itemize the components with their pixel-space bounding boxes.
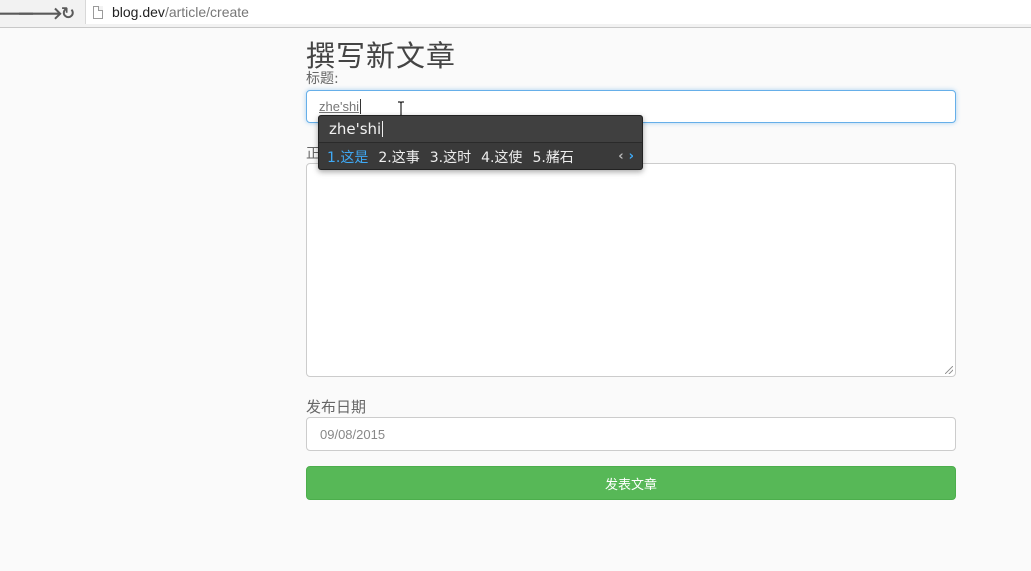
address-bar[interactable]: blog.dev/article/create — [85, 0, 1031, 24]
url-host: blog.dev — [112, 4, 165, 20]
chevron-right-icon[interactable]: › — [629, 149, 634, 164]
reload-icon[interactable]: ↻ — [56, 3, 80, 25]
page-icon — [93, 5, 103, 19]
publish-date-value: 09/08/2015 — [320, 426, 386, 442]
date-label: 发布日期 — [306, 398, 367, 416]
address-url: blog.dev/article/create — [112, 4, 249, 20]
ime-candidate-list: 1.这是 2.这事 3.这时 4.这使 5.赭石 ‹ › — [319, 143, 642, 170]
ime-candidate[interactable]: 4.这使 — [481, 147, 522, 167]
ime-candidate[interactable]: 2.这事 — [378, 147, 419, 167]
browser-toolbar: 🡐 🡒 ↻ blog.dev/article/create — [0, 0, 1031, 28]
input-caret — [360, 99, 362, 114]
forward-arrow-icon[interactable]: 🡒 — [17, 3, 63, 25]
resize-grip-icon[interactable] — [945, 366, 953, 374]
ime-candidate[interactable]: 3.这时 — [430, 147, 471, 167]
ime-candidate[interactable]: 5.赭石 — [532, 147, 573, 167]
submit-button-label: 发表文章 — [604, 477, 657, 493]
ime-composition: zhe'shi — [319, 116, 642, 143]
ime-candidate[interactable]: 1.这是 — [327, 147, 368, 167]
ime-page-arrows: ‹ › — [618, 149, 634, 164]
url-path: /article/create — [164, 4, 249, 20]
ime-candidate-window: zhe'shi 1.这是 2.这事 3.这时 4.这使 5.赭石 ‹ › — [318, 115, 643, 170]
title-label: 标题: — [306, 71, 339, 87]
ime-caret — [382, 121, 384, 137]
ime-composition-text: zhe'shi — [329, 120, 382, 138]
publish-date-input[interactable]: 09/08/2015 — [306, 417, 956, 451]
chevron-left-icon[interactable]: ‹ — [618, 149, 623, 164]
title-input-value: zhe'shi — [319, 99, 360, 114]
body-textarea[interactable] — [306, 163, 956, 377]
submit-article-button[interactable]: 发表文章 — [306, 466, 956, 500]
